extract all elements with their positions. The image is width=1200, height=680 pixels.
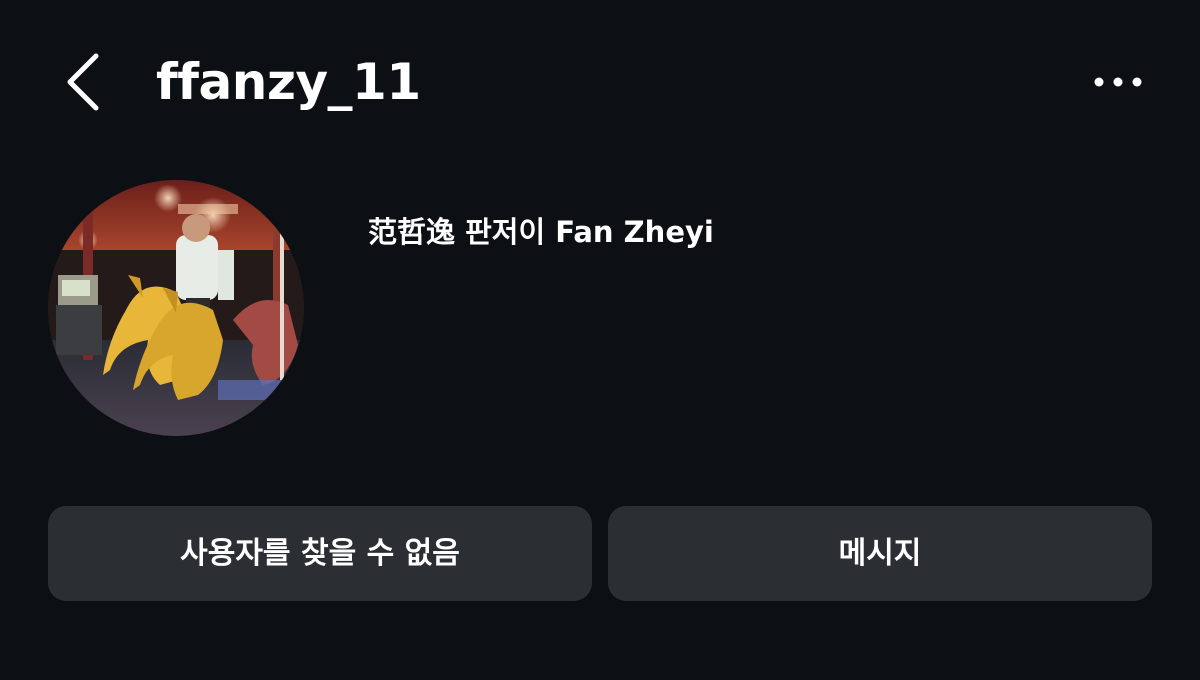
message-label: 메시지 [838, 535, 922, 571]
profile-display-name: 范哲逸 판저이 Fan Zheyi [368, 215, 714, 249]
avatar-photo [48, 180, 304, 436]
more-horizontal-icon [1094, 77, 1142, 87]
message-button[interactable]: 메시지 [608, 506, 1152, 601]
profile-header: ffanzy_11 [0, 0, 1200, 165]
profile-username: ffanzy_11 [156, 53, 421, 111]
back-button[interactable] [58, 50, 110, 114]
more-options-button[interactable] [1084, 64, 1150, 100]
user-not-found-label: 사용자를 찾을 수 없음 [180, 535, 460, 571]
chevron-left-icon [67, 53, 99, 111]
profile-avatar[interactable] [48, 180, 304, 436]
user-not-found-button[interactable]: 사용자를 찾을 수 없음 [48, 506, 592, 601]
